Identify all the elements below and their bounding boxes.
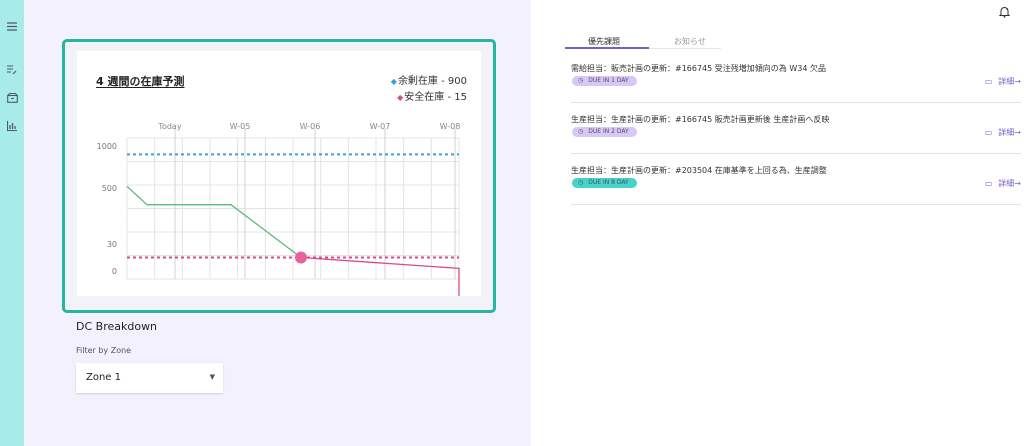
sidebar [0,0,24,446]
tab-divider [649,48,721,49]
y-tick-label: 0 [112,267,117,276]
x-tick-label: W-06 [300,122,321,131]
filter-label: Filter by Zone [76,346,132,355]
detail-link-label: 詳細→ [998,128,1021,137]
clock-icon: ◷ [578,77,584,84]
comment-icon: ▭ [984,77,993,86]
task-item[interactable]: 生産担当：生産計画の更新：#166745 販売計画更新後 生産計画へ反映 ◷ DU… [571,110,1021,154]
task-item[interactable]: 需給担当：販売計画の更新：#166745 受注残増加傾向の為 W34 欠品 ◷ D… [571,59,1021,103]
due-badge: ◷ DUE IN 2 DAY [572,127,637,137]
menu-icon[interactable] [6,20,18,32]
tab-priority[interactable]: 優先課題 [588,36,620,47]
detail-link[interactable]: ▭ 詳細→ [985,76,1021,87]
divider [571,153,1021,154]
x-tick-label: W-07 [370,122,391,131]
task-item[interactable]: 生産担当：生産計画の更新：#203504 在庫基準を上回る為、生産調整 ◷ DUE… [571,161,1021,205]
forecast-marker [295,251,307,264]
due-badge-label: DUE IN 1 DAY [588,77,629,84]
x-tick-label: W-05 [230,122,251,131]
clock-icon: ◷ [578,128,584,135]
comment-icon: ▭ [984,179,993,188]
clock-icon: ◷ [578,179,584,186]
detail-link[interactable]: ▭ 詳細→ [985,127,1021,138]
task-text: 生産担当：生産計画の更新：#166745 販売計画更新後 生産計画へ反映 [571,115,830,124]
bell-icon[interactable] [998,3,1011,18]
tab-active-indicator [565,47,649,49]
zone-select-value: Zone 1 [86,372,121,383]
task-panel: 優先課題 お知らせ 需給担当：販売計画の更新：#166745 受注残増加傾向の為… [531,0,1024,446]
due-badge: ◷ DUE IN 8 DAY [572,178,637,188]
due-badge-label: DUE IN 2 DAY [588,128,629,135]
detail-link-label: 詳細→ [998,179,1021,188]
due-badge-label: DUE IN 8 DAY [588,179,629,186]
tab-notices[interactable]: お知らせ [674,36,706,47]
task-text: 需給担当：販売計画の更新：#166745 受注残増加傾向の為 W34 欠品 [571,64,826,73]
main-panel: 4 週間の在庫予測 ◆余剰在庫 - 900 ◆安全在庫 - 15 Today W-… [24,0,531,446]
x-tick-label: W-08 [440,122,461,131]
forecast-line [300,256,460,296]
list-edit-icon[interactable] [6,64,18,76]
task-text: 生産担当：生産計画の更新：#203504 在庫基準を上回る為、生産調整 [571,166,827,175]
detail-link[interactable]: ▭ 詳細→ [985,178,1021,189]
zone-select[interactable]: Zone 1 ▼ [76,363,223,393]
comment-icon: ▭ [984,128,993,137]
box-icon[interactable] [6,92,18,104]
due-badge: ◷ DUE IN 1 DAY [572,76,637,86]
bar-chart-icon[interactable] [6,120,18,132]
forecast-card: 4 週間の在庫予測 ◆余剰在庫 - 900 ◆安全在庫 - 15 Today W-… [62,39,496,313]
forecast-chart: Today W-05 W-06 W-07 W-08 1000 500 30 0 [97,122,461,296]
y-tick-label: 1000 [97,142,117,151]
y-tick-label: 30 [107,240,117,249]
forecast-line [126,185,302,259]
y-tick-label: 500 [102,184,117,193]
dc-breakdown-title: DC Breakdown [76,320,158,333]
x-tick-label: Today [157,122,181,131]
caret-down-icon: ▼ [209,373,215,381]
divider [571,204,1021,205]
divider [571,102,1021,103]
detail-link-label: 詳細→ [998,77,1021,86]
forecast-chart-area: 4 週間の在庫予測 ◆余剰在庫 - 900 ◆安全在庫 - 15 Today W-… [77,51,481,296]
